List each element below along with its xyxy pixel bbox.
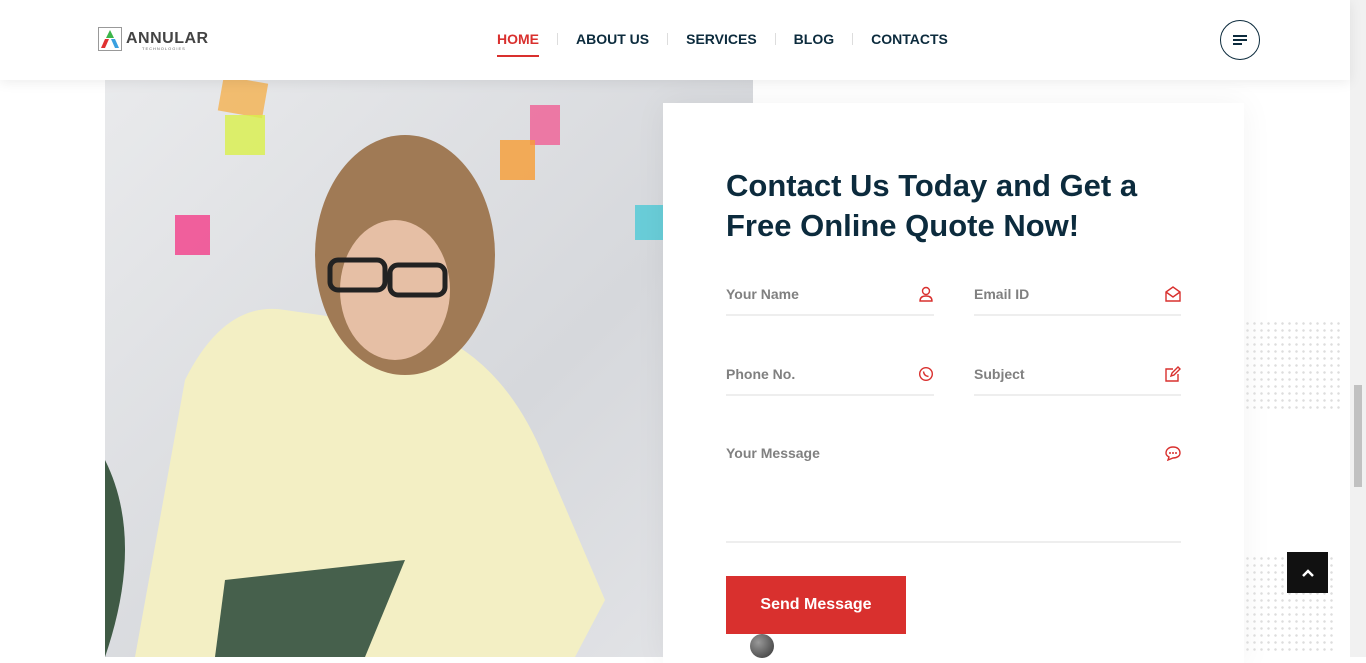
edit-icon <box>1165 366 1181 382</box>
user-icon <box>919 286 933 302</box>
contact-photo <box>105 75 753 657</box>
email-placeholder: Email ID <box>974 286 1030 302</box>
name-input[interactable]: Your Name <box>726 286 934 316</box>
brand-tagline: TECHNOLOGIES <box>142 46 186 51</box>
scroll-to-top-button[interactable] <box>1287 552 1328 593</box>
send-message-button[interactable]: Send Message <box>726 576 906 634</box>
envelope-open-icon <box>1165 286 1181 302</box>
nav-blog[interactable]: BLOG <box>794 31 834 47</box>
email-input[interactable]: Email ID <box>974 286 1181 316</box>
message-placeholder: Your Message <box>726 445 820 461</box>
page-scrollbar[interactable] <box>1350 0 1366 657</box>
logo-mark-icon <box>98 27 122 51</box>
nav-services[interactable]: SERVICES <box>686 31 757 47</box>
contact-heading: Contact Us Today and Get a Free Online Q… <box>726 168 1138 243</box>
cursor-indicator <box>750 634 774 658</box>
hamburger-icon <box>1233 35 1247 45</box>
brand-logo[interactable]: ANNULAR TECHNOLOGIES <box>98 27 209 51</box>
chevron-up-icon <box>1301 568 1314 577</box>
subject-placeholder: Subject <box>974 366 1025 382</box>
phone-input[interactable]: Phone No. <box>726 366 934 396</box>
chat-icon <box>1165 446 1181 461</box>
subject-input[interactable]: Subject <box>974 366 1181 396</box>
message-textarea[interactable]: Your Message <box>726 445 1181 543</box>
main-nav: HOME ABOUT US SERVICES BLOG CONTACTS <box>497 31 948 57</box>
nav-contacts[interactable]: CONTACTS <box>871 31 948 47</box>
nav-about-us[interactable]: ABOUT US <box>576 31 649 47</box>
whatsapp-icon <box>918 366 934 382</box>
phone-placeholder: Phone No. <box>726 366 796 382</box>
scrollbar-thumb[interactable] <box>1354 385 1362 487</box>
site-header: ANNULAR TECHNOLOGIES HOME ABOUT US SERVI… <box>0 0 1350 80</box>
nav-home[interactable]: HOME <box>497 31 539 57</box>
name-placeholder: Your Name <box>726 286 799 302</box>
menu-button[interactable] <box>1220 20 1260 60</box>
